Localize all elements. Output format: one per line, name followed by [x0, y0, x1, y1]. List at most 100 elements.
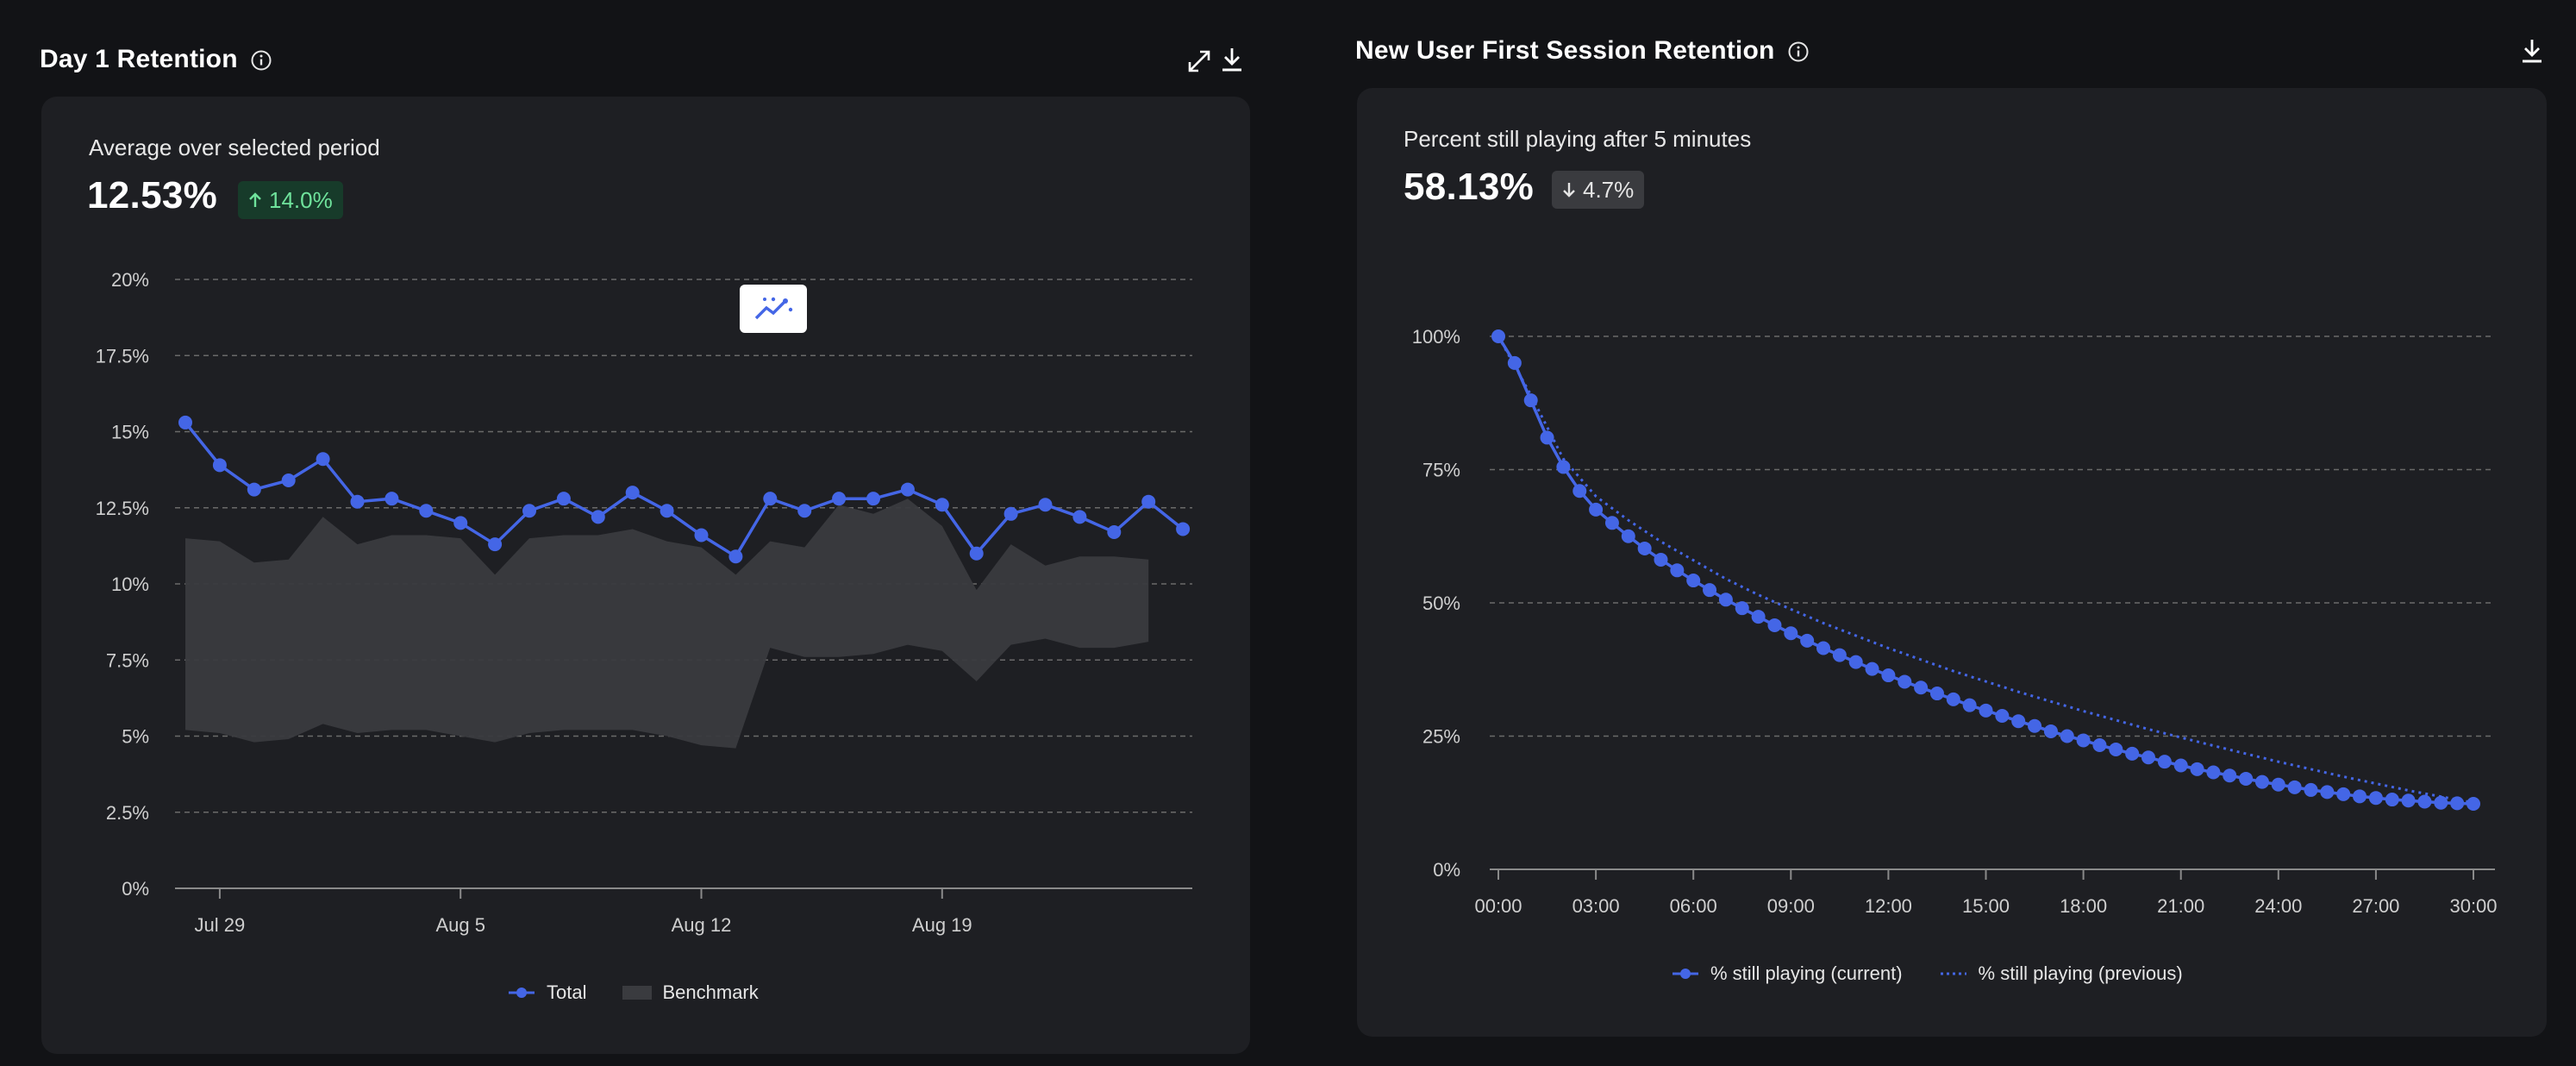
current-data-point [2434, 795, 2448, 810]
legend-previous[interactable]: % still playing (previous) [1939, 963, 2183, 985]
info-icon[interactable] [1787, 41, 1809, 62]
current-data-point [2467, 796, 2480, 811]
y-tick-label: 17.5% [96, 345, 149, 367]
anomaly-chart-button[interactable] [740, 285, 807, 333]
current-data-point [1946, 692, 1960, 706]
current-data-point [2011, 714, 2026, 729]
total-data-point [763, 492, 778, 506]
download-icon[interactable] [1217, 45, 1247, 74]
total-data-point [453, 516, 468, 530]
current-data-point [1881, 668, 1896, 683]
current-data-point [2141, 750, 2155, 765]
legend-benchmark[interactable]: Benchmark [622, 981, 759, 1004]
total-data-point [556, 492, 571, 506]
legend-total[interactable]: Total [507, 981, 586, 1004]
total-data-point [212, 458, 227, 473]
current-data-point [2157, 755, 2172, 769]
first-session-title: New User First Session Retention [1355, 36, 1775, 65]
x-tick-label: Jul 29 [195, 914, 246, 936]
current-data-point [1995, 709, 2010, 724]
current-data-point [1670, 563, 1685, 578]
total-data-point [316, 452, 330, 467]
right-subtitle: Percent still playing after 5 minutes [1404, 126, 1752, 152]
x-tick-label: 00:00 [1474, 895, 1522, 917]
y-tick-label: 10% [111, 574, 149, 595]
total-data-point [797, 504, 812, 518]
download-icon[interactable] [2517, 36, 2547, 66]
first-session-title-row: New User First Session Retention [1355, 36, 1809, 66]
total-data-point [247, 482, 261, 497]
total-data-point [385, 492, 399, 506]
current-data-point [1621, 529, 1635, 543]
y-tick-label: 75% [1422, 460, 1460, 481]
total-data-point [522, 504, 536, 518]
current-data-point [1832, 648, 1847, 662]
legend-current[interactable]: % still playing (current) [1671, 963, 1903, 985]
total-data-point [591, 510, 605, 524]
legend-current-marker [1673, 969, 1698, 979]
legend-benchmark-swatch [622, 986, 653, 1000]
y-tick-label: 5% [122, 726, 149, 748]
x-tick-label: 27:00 [2352, 895, 2399, 917]
right-legend: % still playing (current) % still playin… [1671, 963, 2207, 985]
expand-icon[interactable] [1185, 47, 1214, 76]
info-icon[interactable] [250, 49, 272, 71]
total-data-point [866, 492, 880, 506]
total-data-point [419, 504, 434, 518]
legend-benchmark-label: Benchmark [662, 981, 759, 1003]
legend-previous-label: % still playing (previous) [1978, 963, 2183, 984]
total-data-point [281, 473, 296, 487]
total-data-point [969, 546, 984, 561]
legend-current-label: % still playing (current) [1710, 963, 1903, 984]
current-data-point [2173, 758, 2188, 773]
total-data-point [1004, 506, 1018, 521]
current-data-point [1816, 641, 1830, 655]
current-data-point [2450, 796, 2465, 811]
x-tick-label: 15:00 [1962, 895, 2010, 917]
x-tick-label: 12:00 [1865, 895, 1912, 917]
x-tick-label: 18:00 [2060, 895, 2107, 917]
y-tick-label: 100% [1412, 326, 1460, 348]
current-data-point [1507, 355, 1522, 370]
x-tick-label: Aug 5 [435, 914, 485, 936]
x-tick-label: 24:00 [2254, 895, 2302, 917]
y-tick-label: 7.5% [106, 649, 149, 671]
total-data-point [625, 486, 640, 500]
current-data-point [2287, 780, 2302, 794]
current-data-point [2043, 724, 2058, 738]
current-data-point [2239, 771, 2254, 786]
current-data-point [2320, 785, 2335, 800]
y-tick-label: 20% [111, 269, 149, 291]
current-data-point [2385, 793, 2399, 807]
current-data-point [2190, 762, 2204, 776]
legend-total-label: Total [547, 981, 587, 1003]
current-data-point [1751, 610, 1766, 624]
y-tick-label: 2.5% [106, 802, 149, 824]
current-data-point [2060, 729, 2074, 743]
current-data-point [1914, 680, 1929, 695]
x-tick-label: 21:00 [2157, 895, 2204, 917]
current-series-line [1497, 335, 2474, 806]
total-data-point [1176, 522, 1191, 536]
current-data-point [1784, 626, 1798, 641]
current-data-point [1686, 574, 1701, 588]
total-data-point [1107, 524, 1122, 539]
total-data-point [900, 482, 915, 497]
current-data-point [2206, 765, 2221, 780]
current-data-point [2125, 746, 2140, 761]
current-data-point [2092, 738, 2107, 753]
current-data-point [2304, 782, 2318, 797]
legend-total-marker [509, 988, 535, 998]
x-tick-label: 30:00 [2449, 895, 2497, 917]
current-data-point [2401, 793, 2416, 808]
current-data-point [1703, 583, 1717, 598]
current-data-point [1572, 484, 1587, 499]
current-data-point [1865, 662, 1879, 676]
day1-retention-title: Day 1 Retention [40, 45, 238, 73]
x-tick-label: 03:00 [1572, 895, 1620, 917]
y-tick-label: 50% [1422, 593, 1460, 614]
current-data-point [1898, 674, 1912, 689]
total-data-point [488, 537, 503, 552]
current-data-point [1800, 633, 1815, 648]
benchmark-band [185, 499, 1149, 749]
